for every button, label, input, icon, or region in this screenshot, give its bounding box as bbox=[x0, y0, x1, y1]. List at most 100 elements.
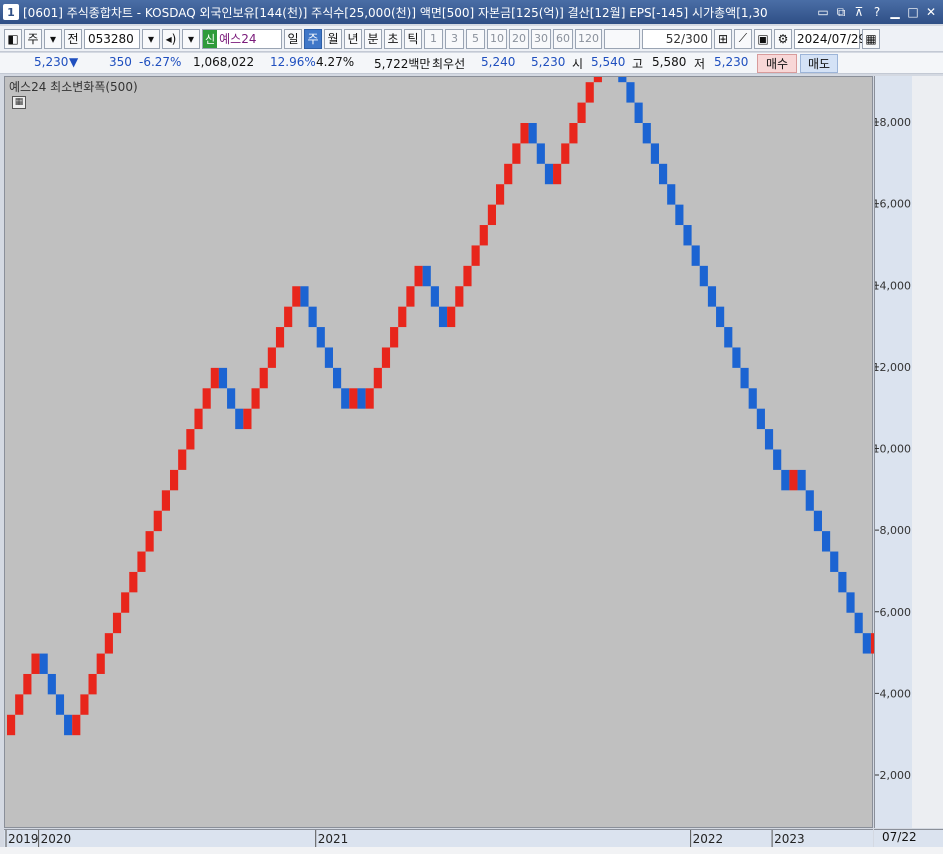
quote-infobar: 5,230 ▼ 350 -6.27% 1,068,022 12.96% 4.27… bbox=[0, 53, 943, 74]
window-number-badge[interactable]: 1 bbox=[3, 4, 19, 20]
interval-30[interactable]: 30 bbox=[531, 28, 551, 49]
date-axis-label: 2022 bbox=[693, 832, 724, 846]
renko-brick-down bbox=[544, 163, 554, 185]
interval-10[interactable]: 10 bbox=[487, 28, 507, 49]
window-titlebar: 1 [0601] 주식종합차트 - KOSDAQ 외국인보유[144(천)] 주… bbox=[0, 0, 943, 24]
layout-icon[interactable]: ◧ bbox=[4, 28, 22, 49]
renko-brick-up bbox=[267, 347, 276, 368]
speaker-icon[interactable]: ◂) bbox=[162, 28, 180, 49]
prev-button[interactable]: 전 bbox=[64, 28, 82, 49]
price-axis-label: 6,000 bbox=[880, 606, 912, 619]
renko-brick-down bbox=[618, 77, 627, 83]
date-axis[interactable]: 2019 2020 2021 2022 2023 bbox=[4, 829, 873, 848]
renko-brick-up bbox=[593, 77, 602, 83]
renko-brick-down bbox=[528, 123, 537, 144]
renko-chart bbox=[7, 77, 874, 736]
renko-brick-up bbox=[553, 163, 562, 185]
renko-brick-down bbox=[357, 388, 366, 409]
renko-brick-up bbox=[178, 449, 187, 470]
renko-brick-up bbox=[561, 143, 570, 164]
price-axis-label: 4,000 bbox=[880, 687, 912, 700]
renko-brick-down bbox=[316, 327, 325, 348]
interval-20[interactable]: 20 bbox=[509, 28, 529, 49]
renko-brick-up bbox=[23, 673, 32, 695]
renko-brick-down bbox=[846, 592, 855, 613]
renko-brick-up bbox=[153, 510, 162, 532]
close-icon[interactable]: ✕ bbox=[923, 4, 939, 20]
renko-brick-up bbox=[520, 123, 529, 144]
renko-brick-up bbox=[398, 306, 407, 328]
maximize-icon[interactable]: □ bbox=[905, 4, 921, 20]
sell-button[interactable]: 매도 bbox=[800, 54, 838, 73]
price-axis[interactable]: 2,000 4,000 6,000 8,000 10,000 12,000 14,000 16… bbox=[874, 76, 912, 828]
period-tick[interactable]: 틱 bbox=[404, 28, 422, 49]
bid-price: 5,230 bbox=[531, 55, 566, 69]
renko-brick-up bbox=[80, 694, 89, 715]
renko-brick-down bbox=[724, 327, 733, 348]
price-axis-ticks: 2,000 4,000 6,000 8,000 10,000 12,000 14,000 16… bbox=[875, 116, 912, 782]
renko-brick-up bbox=[789, 469, 798, 491]
trade-amount: 5,722백만 bbox=[374, 57, 431, 71]
data-count-total: /300 bbox=[681, 31, 708, 46]
renko-brick-up bbox=[496, 184, 505, 205]
chevron-down-icon[interactable]: ▾ bbox=[44, 28, 62, 49]
stock-name-field[interactable]: 신 예스24 bbox=[202, 28, 282, 49]
period-week[interactable]: 주 bbox=[304, 28, 322, 49]
data-count-field[interactable]: 52/300 bbox=[642, 28, 712, 49]
help-icon[interactable]: ? bbox=[869, 4, 885, 20]
minimize-icon[interactable]: ▁ bbox=[887, 4, 903, 20]
period-month[interactable]: 월 bbox=[324, 28, 342, 49]
renko-brick-down bbox=[748, 388, 757, 409]
renko-brick-down bbox=[659, 163, 668, 185]
buy-button[interactable]: 매수 bbox=[757, 54, 797, 73]
renko-brick-up bbox=[251, 388, 260, 409]
period-minute[interactable]: 분 bbox=[364, 28, 382, 49]
code-dropdown-icon[interactable]: ▾ bbox=[142, 28, 160, 49]
period-year[interactable]: 년 bbox=[344, 28, 362, 49]
period-day[interactable]: 일 bbox=[284, 28, 302, 49]
market-select[interactable]: 주 bbox=[24, 28, 42, 49]
speaker-dropdown-icon[interactable]: ▾ bbox=[182, 28, 200, 49]
renko-brick-up bbox=[373, 367, 382, 389]
renko-brick-down bbox=[430, 286, 439, 307]
interval-5[interactable]: 5 bbox=[466, 28, 485, 49]
renko-brick-down bbox=[650, 143, 659, 164]
renko-brick-down bbox=[227, 388, 236, 409]
renko-brick-down bbox=[39, 653, 48, 674]
renko-brick-up bbox=[487, 204, 496, 226]
interval-120[interactable]: 120 bbox=[575, 28, 602, 49]
stock-code-input[interactable]: 053280 bbox=[84, 28, 140, 49]
drawing-tool-icon[interactable]: ⟋ bbox=[734, 28, 752, 49]
interval-1[interactable]: 1 bbox=[424, 28, 443, 49]
renko-chart-area[interactable]: 예스24 최소변화폭(500) ▦ bbox=[4, 76, 874, 828]
interval-60[interactable]: 60 bbox=[553, 28, 573, 49]
renko-brick-down bbox=[308, 306, 317, 328]
renko-brick-down bbox=[764, 429, 774, 450]
calendar-icon[interactable]: ▦ bbox=[862, 28, 880, 49]
renko-brick-up bbox=[284, 306, 293, 328]
date-field[interactable]: 2024/07/29 bbox=[794, 28, 866, 49]
renko-brick-down bbox=[683, 225, 692, 246]
renko-brick-down bbox=[691, 245, 700, 266]
data-count: 52 bbox=[665, 31, 682, 46]
period-second[interactable]: 초 bbox=[384, 28, 402, 49]
renko-brick-down bbox=[438, 306, 448, 328]
stock-name: 예스24 bbox=[219, 32, 257, 46]
candle-type-icon[interactable]: ⊞ bbox=[714, 28, 732, 49]
renko-brick-up bbox=[292, 286, 301, 307]
pin-icon[interactable]: ⊼ bbox=[851, 4, 867, 20]
copy-icon[interactable]: ⧉ bbox=[833, 4, 849, 20]
renko-brick-up bbox=[471, 245, 480, 266]
restore-icon[interactable]: ▭ bbox=[815, 4, 831, 20]
gear-icon[interactable]: ⚙ bbox=[774, 28, 792, 49]
interval-custom-input[interactable] bbox=[604, 28, 640, 49]
renko-brick-up bbox=[455, 286, 464, 307]
interval-3[interactable]: 3 bbox=[445, 28, 464, 49]
save-icon[interactable]: ▣ bbox=[754, 28, 772, 49]
price-axis-label: 16,000 bbox=[875, 198, 911, 211]
renko-brick-down bbox=[838, 571, 847, 593]
new-listing-badge: 신 bbox=[203, 29, 218, 48]
renko-brick-up bbox=[406, 286, 415, 307]
renko-brick-down bbox=[536, 143, 545, 164]
price-axis-label: 2,000 bbox=[880, 769, 912, 782]
